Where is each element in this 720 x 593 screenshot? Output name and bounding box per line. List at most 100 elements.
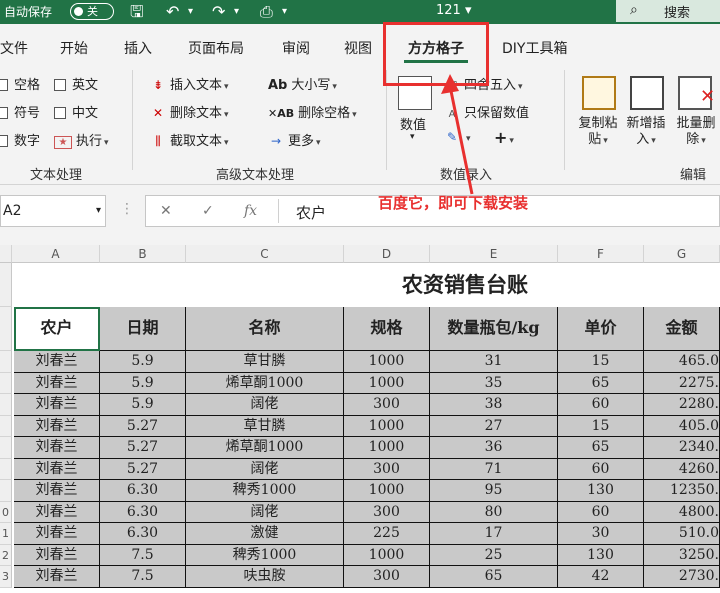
autosave-toggle[interactable]: 关 (70, 3, 114, 20)
insert-rows-icon[interactable] (630, 76, 664, 110)
cell-spec[interactable]: 1000 (344, 351, 430, 373)
cell-quantity[interactable]: 38 (430, 394, 558, 416)
cell-date[interactable]: 5.9 (100, 372, 186, 394)
name-box[interactable]: A2 ▾ (0, 195, 106, 227)
header-spec[interactable]: 规格 (344, 307, 430, 351)
spreadsheet-grid[interactable]: A B C D E F G 农资销售台账 农户 日期 名称 规格 数量瓶包/kg 单价 金额… (0, 245, 720, 593)
cell-date[interactable]: 6.30 (100, 523, 186, 545)
cell-farmer[interactable]: 刘春兰 (14, 415, 100, 437)
batch-delete-button[interactable]: 批量删除 ▾ (672, 116, 720, 149)
cell-amount[interactable]: 3250. (644, 544, 720, 566)
row-header[interactable] (0, 351, 12, 373)
header-date[interactable]: 日期 (100, 307, 186, 351)
cell-farmer[interactable]: 刘春兰 (14, 480, 100, 502)
cell-unit-price[interactable]: 15 (558, 351, 644, 373)
column-header-d[interactable]: D (344, 245, 430, 263)
cell-spec[interactable]: 1000 (344, 437, 430, 459)
cell-quantity[interactable]: 95 (430, 480, 558, 502)
customize-qat-icon[interactable]: ▾ (282, 1, 287, 23)
cell-quantity[interactable]: 80 (430, 501, 558, 523)
cell-unit-price[interactable]: 60 (558, 394, 644, 416)
cell-unit-price[interactable]: 15 (558, 415, 644, 437)
cell-amount[interactable]: 12350. (644, 480, 720, 502)
print-preview-icon[interactable]: ⎙ (260, 1, 273, 23)
more-button[interactable]: → 更多 ▾ (268, 130, 321, 149)
search-box[interactable]: ⌕ 搜索 (616, 0, 720, 22)
copy-paste-button[interactable]: 复制粘贴 ▾ (574, 116, 622, 149)
row-header[interactable]: 1 (0, 523, 12, 545)
chinese-option[interactable]: 中文 (54, 102, 98, 121)
cell-date[interactable]: 5.9 (100, 394, 186, 416)
cell-date[interactable]: 5.27 (100, 415, 186, 437)
cell-amount[interactable]: 4800. (644, 501, 720, 523)
cell-quantity[interactable]: 31 (430, 351, 558, 373)
cell-unit-price[interactable]: 30 (558, 523, 644, 545)
save-icon[interactable]: 🖫 (130, 1, 144, 23)
cell-amount[interactable]: 2280. (644, 394, 720, 416)
cell-name[interactable]: 阔佬 (186, 501, 344, 523)
cell-farmer[interactable]: 刘春兰 (14, 394, 100, 416)
chevron-down-icon[interactable]: ▾ (96, 196, 101, 226)
tab-insert[interactable]: 插入 (124, 38, 152, 58)
row-header[interactable] (0, 415, 12, 437)
english-checkbox[interactable] (54, 79, 66, 91)
row-header[interactable] (0, 437, 12, 459)
cell-spec[interactable]: 300 (344, 501, 430, 523)
cell-name[interactable]: 草甘膦 (186, 351, 344, 373)
cell-quantity[interactable]: 36 (430, 437, 558, 459)
cell-unit-price[interactable]: 65 (558, 372, 644, 394)
header-name[interactable]: 名称 (186, 307, 344, 351)
cell-spec[interactable]: 1000 (344, 372, 430, 394)
sheet-title-cell[interactable]: 农资销售台账 (14, 263, 720, 307)
symbol-checkbox[interactable] (0, 107, 8, 119)
english-option[interactable]: 英文 (54, 74, 98, 93)
cell-name[interactable]: 烯草酮1000 (186, 437, 344, 459)
row-header[interactable]: 0 (0, 501, 12, 523)
cell-quantity[interactable]: 65 (430, 566, 558, 588)
cell-name[interactable]: 稗秀1000 (186, 480, 344, 502)
delete-space-button[interactable]: ✕AB 删除空格 ▾ (268, 102, 357, 121)
cell-unit-price[interactable]: 60 (558, 458, 644, 480)
delete-text-button[interactable]: ✕ 删除文本 ▾ (150, 102, 229, 121)
tab-view[interactable]: 视图 (344, 38, 372, 58)
cell-farmer[interactable]: 刘春兰 (14, 351, 100, 373)
cell-farmer[interactable]: 刘春兰 (14, 372, 100, 394)
tab-page-layout[interactable]: 页面布局 (188, 38, 244, 58)
tab-diy-toolbox[interactable]: DIY工具箱 (502, 38, 567, 58)
header-unit-price[interactable]: 单价 (558, 307, 644, 351)
cell-spec[interactable]: 300 (344, 458, 430, 480)
header-amount[interactable]: 金额 (644, 307, 720, 351)
cell-date[interactable]: 6.30 (100, 501, 186, 523)
column-header-f[interactable]: F (558, 245, 644, 263)
redo-icon[interactable]: ↷ (212, 1, 225, 23)
cell-name[interactable]: 草甘膦 (186, 415, 344, 437)
cell-spec[interactable]: 1000 (344, 544, 430, 566)
symbol-option[interactable]: 符号 (0, 102, 40, 121)
row-header[interactable] (0, 394, 12, 416)
cell-unit-price[interactable]: 65 (558, 437, 644, 459)
cell-date[interactable]: 5.27 (100, 437, 186, 459)
insert-button[interactable]: 新增插入 ▾ (622, 116, 670, 149)
execute-button[interactable]: ★ 执行 ▾ (54, 130, 109, 149)
number-option[interactable]: 数字 (0, 130, 40, 149)
cancel-icon[interactable]: ✕ (160, 203, 172, 219)
header-quantity[interactable]: 数量瓶包/kg (430, 307, 558, 351)
cell-spec[interactable]: 1000 (344, 480, 430, 502)
cell-date[interactable]: 5.27 (100, 458, 186, 480)
cell-amount[interactable]: 2730. (644, 566, 720, 588)
row-header[interactable] (0, 372, 12, 394)
column-header-e[interactable]: E (430, 245, 558, 263)
header-farmer[interactable]: 农户 (14, 307, 100, 351)
cell-amount[interactable]: 2275. (644, 372, 720, 394)
row-header[interactable] (0, 480, 12, 502)
cell-farmer[interactable]: 刘春兰 (14, 458, 100, 480)
cell-amount[interactable]: 4260. (644, 458, 720, 480)
formula-input[interactable]: 农户 (296, 202, 326, 223)
document-title[interactable]: 121 ▾ (436, 3, 471, 18)
space-option[interactable]: 空格 (0, 74, 40, 93)
drag-handle-icon[interactable]: ⋮ (120, 201, 134, 217)
cell-unit-price[interactable]: 130 (558, 544, 644, 566)
number-checkbox[interactable] (0, 135, 8, 147)
cell-name[interactable]: 呋虫胺 (186, 566, 344, 588)
cell-quantity[interactable]: 25 (430, 544, 558, 566)
